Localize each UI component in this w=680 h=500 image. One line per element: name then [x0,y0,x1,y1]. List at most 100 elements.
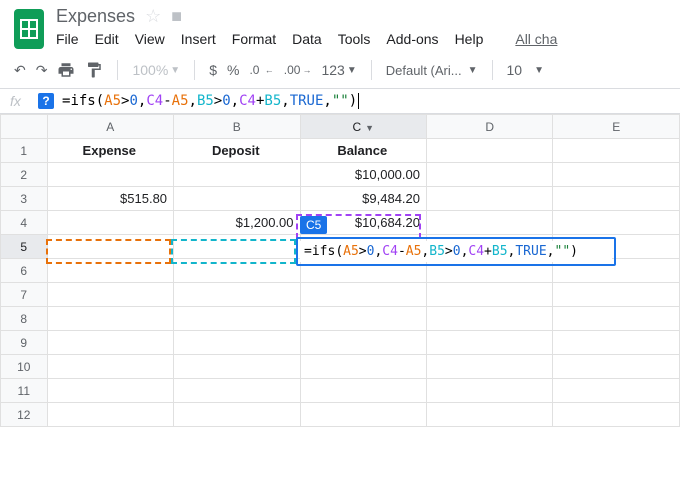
row-header-5[interactable]: 5 [1,235,48,259]
cell-A8[interactable] [47,307,173,331]
cell-C6[interactable] [300,259,426,283]
row-header-3[interactable]: 3 [1,187,48,211]
cell-A2[interactable] [47,163,173,187]
cell-E4[interactable] [553,211,680,235]
number-format-dropdown[interactable]: 123 ▼ [321,62,356,78]
cell-D7[interactable] [427,283,553,307]
col-header-C[interactable]: C▼ [300,115,426,139]
cell-E1[interactable] [553,139,680,163]
cell-C8[interactable] [300,307,426,331]
menu-edit[interactable]: Edit [95,31,119,47]
cell-B10[interactable] [174,355,300,379]
cell-E3[interactable] [553,187,680,211]
redo-button[interactable]: ↷ [36,62,48,79]
increase-decimal-button[interactable]: .00→ [284,63,312,77]
cell-C2[interactable]: $10,000.00 [300,163,426,187]
cell-B12[interactable] [174,403,300,427]
percent-button[interactable]: % [227,62,239,78]
cell-A10[interactable] [47,355,173,379]
all-changes-link[interactable]: All cha [515,31,557,47]
menu-addons[interactable]: Add-ons [386,31,438,47]
cell-E12[interactable] [553,403,680,427]
row-header-8[interactable]: 8 [1,307,48,331]
cell-D1[interactable] [427,139,553,163]
cell-A4[interactable] [47,211,173,235]
print-button[interactable] [57,61,75,79]
cell-D4[interactable] [427,211,553,235]
font-size-dropdown[interactable]: 10 ▼ [507,62,544,78]
cell-A5[interactable] [47,235,173,259]
cell-B1[interactable]: Deposit [174,139,300,163]
cell-E10[interactable] [553,355,680,379]
cell-E6[interactable] [553,259,680,283]
cell-D11[interactable] [427,379,553,403]
row-header-7[interactable]: 7 [1,283,48,307]
font-dropdown[interactable]: Default (Ari... ▼ [386,63,478,78]
row-header-4[interactable]: 4 [1,211,48,235]
menu-tools[interactable]: Tools [338,31,371,47]
cell-B5[interactable] [174,235,300,259]
col-header-E[interactable]: E [553,115,680,139]
decrease-decimal-button[interactable]: .0 ← [249,63,273,77]
cell-editor[interactable]: =ifs(A5>0,C4-A5,B5>0,C4+B5,TRUE,"") [300,241,612,262]
cell-D8[interactable] [427,307,553,331]
cell-D9[interactable] [427,331,553,355]
menu-data[interactable]: Data [292,31,322,47]
cell-E11[interactable] [553,379,680,403]
cell-B6[interactable] [174,259,300,283]
cell-D6[interactable] [427,259,553,283]
menu-format[interactable]: Format [232,31,276,47]
doc-title[interactable]: Expenses [56,6,135,27]
cell-E9[interactable] [553,331,680,355]
cell-E8[interactable] [553,307,680,331]
cell-D3[interactable] [427,187,553,211]
row-header-1[interactable]: 1 [1,139,48,163]
cell-D12[interactable] [427,403,553,427]
zoom-dropdown[interactable]: 100% ▼ [132,62,180,78]
col-header-D[interactable]: D [427,115,553,139]
cell-C12[interactable] [300,403,426,427]
cell-C1[interactable]: Balance [300,139,426,163]
cell-B8[interactable] [174,307,300,331]
cell-C11[interactable] [300,379,426,403]
formula-input[interactable]: =ifs(A5>0,C4-A5,B5>0,C4+B5,TRUE,"") [62,93,359,109]
row-header-12[interactable]: 12 [1,403,48,427]
paint-format-button[interactable] [85,61,103,79]
cell-C7[interactable] [300,283,426,307]
cell-A6[interactable] [47,259,173,283]
menu-help[interactable]: Help [455,31,484,47]
row-header-6[interactable]: 6 [1,259,48,283]
cell-C9[interactable] [300,331,426,355]
cell-E2[interactable] [553,163,680,187]
formula-bar[interactable]: fx ? =ifs(A5>0,C4-A5,B5>0,C4+B5,TRUE,"") [0,89,680,114]
cell-A11[interactable] [47,379,173,403]
col-header-B[interactable]: B [174,115,300,139]
col-header-A[interactable]: A [47,115,173,139]
menu-insert[interactable]: Insert [181,31,216,47]
row-header-11[interactable]: 11 [1,379,48,403]
spreadsheet-grid[interactable]: A B C▼ D E 1ExpenseDepositBalance 2 $10,00… [0,114,680,427]
menu-file[interactable]: File [56,31,79,47]
star-icon[interactable]: ☆ [145,6,161,27]
cell-D10[interactable] [427,355,553,379]
cell-B4[interactable]: $1,200.00 [174,211,300,235]
cell-A12[interactable] [47,403,173,427]
menu-view[interactable]: View [135,31,165,47]
folder-icon[interactable]: ■ [171,6,182,27]
cell-B3[interactable] [174,187,300,211]
cell-B7[interactable] [174,283,300,307]
cell-B9[interactable] [174,331,300,355]
cell-B2[interactable] [174,163,300,187]
cell-E7[interactable] [553,283,680,307]
cell-A9[interactable] [47,331,173,355]
formula-help-button[interactable]: ? [38,93,54,109]
row-header-10[interactable]: 10 [1,355,48,379]
cell-A3[interactable]: $515.80 [47,187,173,211]
cell-A7[interactable] [47,283,173,307]
currency-button[interactable]: $ [209,62,217,78]
cell-B11[interactable] [174,379,300,403]
undo-button[interactable]: ↶ [14,62,26,79]
cell-C3[interactable]: $9,484.20 [300,187,426,211]
cell-A1[interactable]: Expense [47,139,173,163]
row-header-2[interactable]: 2 [1,163,48,187]
